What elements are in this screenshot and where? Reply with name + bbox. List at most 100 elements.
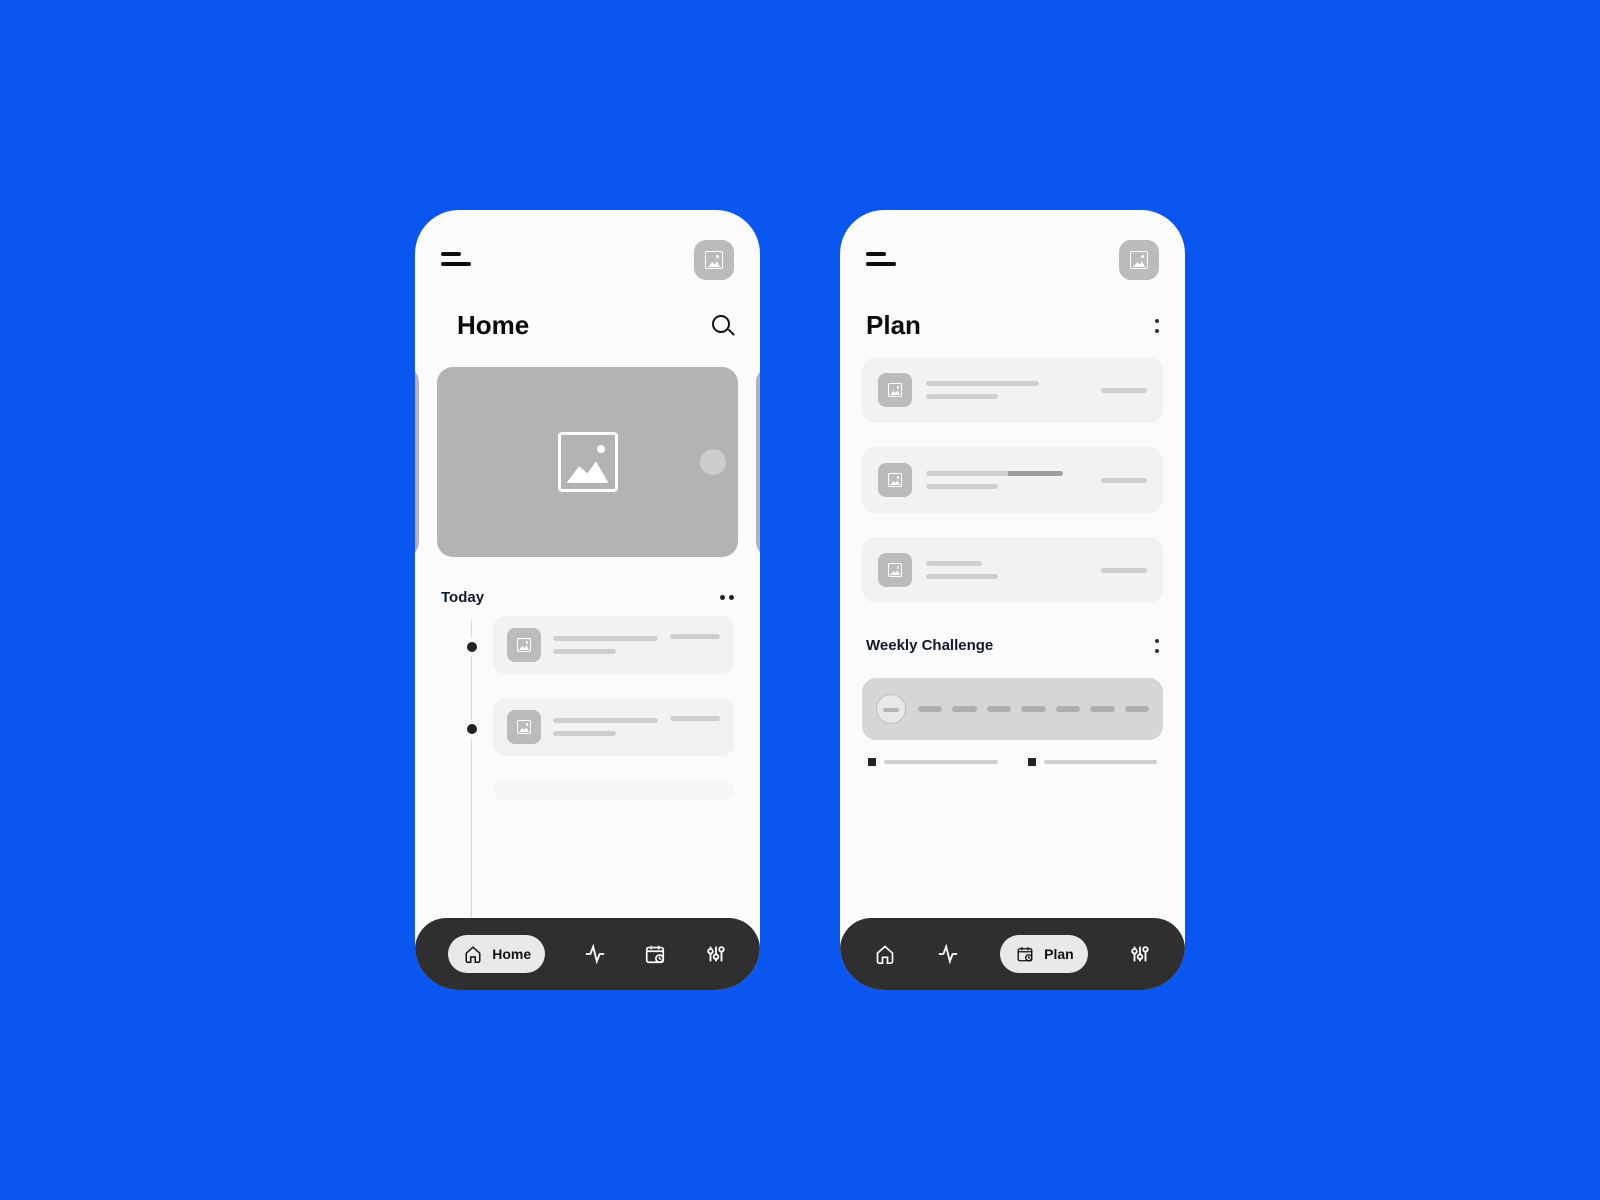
image-placeholder-icon — [558, 432, 618, 492]
section-title: Today — [441, 589, 484, 606]
topbar — [840, 210, 1185, 290]
placeholder-line — [553, 649, 616, 654]
day-segment — [1056, 706, 1080, 712]
placeholder-line — [926, 561, 982, 566]
placeholder-line — [926, 381, 1039, 386]
activity-icon — [584, 943, 606, 965]
placeholder-line — [1101, 388, 1147, 393]
hero-next[interactable] — [756, 367, 760, 557]
hero-indicator — [700, 449, 726, 475]
nav-home[interactable]: Home — [448, 935, 545, 973]
placeholder-line — [1101, 568, 1147, 573]
legend-marker — [868, 758, 876, 766]
placeholder-line — [670, 716, 720, 721]
timeline-dot — [467, 642, 477, 652]
nav-activity[interactable] — [937, 943, 959, 965]
plan-card[interactable] — [862, 537, 1163, 603]
home-icon — [462, 943, 484, 965]
timeline-card[interactable] — [493, 616, 734, 674]
image-icon — [888, 383, 902, 397]
section-header-weekly: Weekly Challenge — [840, 603, 1185, 664]
legend-marker — [1028, 758, 1036, 766]
card-text — [926, 471, 1087, 489]
home-icon — [874, 943, 896, 965]
day-segment — [952, 706, 976, 712]
menu-icon[interactable] — [866, 252, 896, 268]
timeline-card[interactable] — [493, 698, 734, 756]
nav-plan[interactable] — [644, 943, 666, 965]
image-icon — [517, 720, 531, 734]
more-icon[interactable] — [1155, 639, 1159, 653]
image-icon — [888, 473, 902, 487]
placeholder-line — [926, 574, 998, 579]
titlebar: Plan — [840, 290, 1185, 357]
search-icon[interactable] — [712, 315, 734, 337]
more-icon[interactable] — [720, 595, 734, 600]
plan-card[interactable] — [862, 447, 1163, 513]
nav-activity[interactable] — [584, 943, 606, 965]
menu-icon[interactable] — [441, 252, 471, 268]
nav-plan[interactable]: Plan — [1000, 935, 1088, 973]
sliders-icon — [1129, 943, 1151, 965]
titlebar: Home — [415, 290, 760, 357]
card-text — [926, 561, 1087, 579]
card-text — [926, 381, 1087, 399]
placeholder-line — [926, 484, 998, 489]
challenge-progress-icon — [876, 694, 906, 724]
nav-home[interactable] — [874, 943, 896, 965]
page-title: Home — [457, 310, 529, 341]
placeholder-line — [1101, 478, 1147, 483]
weekly-challenge-card[interactable] — [862, 678, 1163, 740]
day-segment — [1021, 706, 1045, 712]
calendar-icon — [644, 943, 666, 965]
sliders-icon — [705, 943, 727, 965]
timeline-card[interactable] — [493, 780, 734, 800]
hero-card[interactable] — [437, 367, 738, 557]
placeholder-line — [553, 731, 616, 736]
card-text — [553, 718, 658, 736]
placeholder-line — [1044, 760, 1158, 764]
image-icon — [1130, 251, 1148, 269]
placeholder-line — [926, 394, 998, 399]
bottom-nav: Home — [415, 918, 760, 990]
image-icon — [888, 563, 902, 577]
hero-prev[interactable] — [415, 367, 419, 557]
placeholder-line — [670, 634, 720, 639]
timeline-dot — [467, 724, 477, 734]
day-segment — [987, 706, 1011, 712]
legend — [840, 740, 1185, 766]
timeline-item[interactable] — [493, 616, 734, 674]
timeline-item[interactable] — [493, 698, 734, 756]
day-segment — [918, 706, 942, 712]
card-thumb — [878, 373, 912, 407]
nav-settings[interactable] — [1129, 943, 1151, 965]
timeline-item[interactable] — [493, 780, 734, 800]
placeholder-line — [553, 718, 658, 723]
legend-item — [1028, 758, 1158, 766]
bottom-nav: Plan — [840, 918, 1185, 990]
card-thumb — [507, 710, 541, 744]
section-title: Weekly Challenge — [866, 637, 993, 654]
nav-label: Home — [492, 946, 531, 962]
day-segment — [1125, 706, 1149, 712]
plan-list — [840, 357, 1185, 603]
card-thumb — [878, 463, 912, 497]
more-icon[interactable] — [1155, 319, 1159, 333]
phone-home: Home Today — [415, 210, 760, 990]
avatar-button[interactable] — [694, 240, 734, 280]
placeholder-line — [884, 760, 998, 764]
image-icon — [517, 638, 531, 652]
card-thumb — [507, 628, 541, 662]
plan-card[interactable] — [862, 357, 1163, 423]
avatar-button[interactable] — [1119, 240, 1159, 280]
challenge-days — [918, 706, 1149, 712]
image-icon — [705, 251, 723, 269]
nav-settings[interactable] — [705, 943, 727, 965]
section-header-today: Today — [415, 567, 760, 616]
hero-carousel[interactable] — [415, 367, 760, 567]
card-text — [553, 636, 658, 654]
legend-item — [868, 758, 998, 766]
activity-icon — [937, 943, 959, 965]
topbar — [415, 210, 760, 290]
page-title: Plan — [866, 310, 921, 341]
